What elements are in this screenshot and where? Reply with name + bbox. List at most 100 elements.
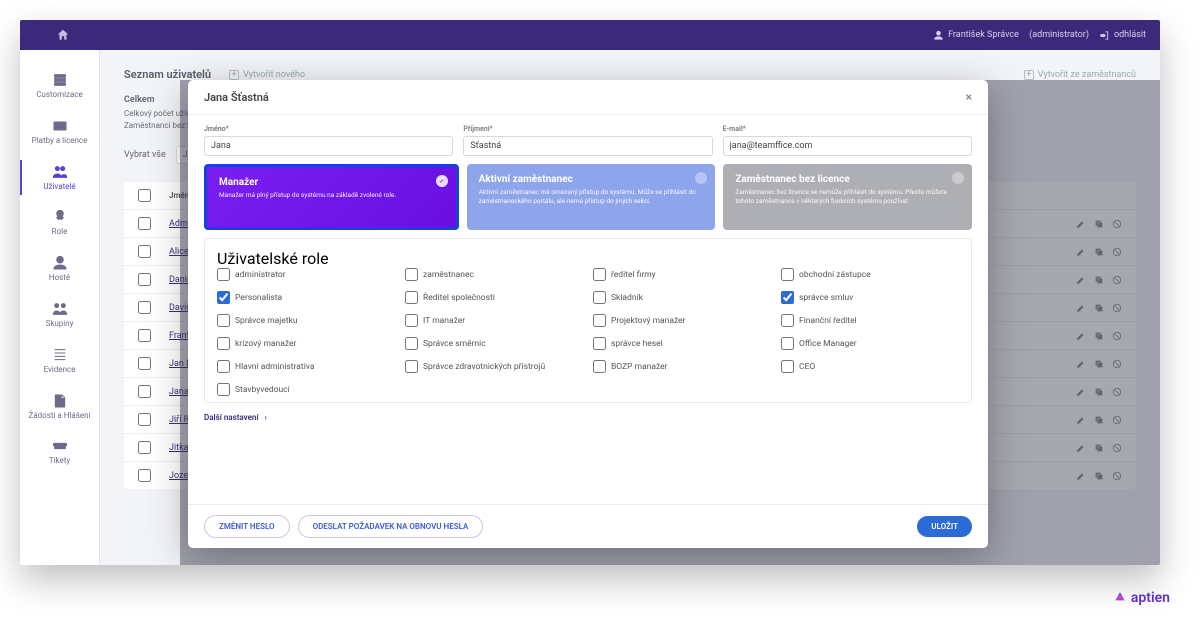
sidebar-item-tikety[interactable]: Tikety — [20, 434, 99, 470]
row-checkbox[interactable] — [138, 469, 151, 482]
select-all-label: Vybrat vše — [124, 150, 166, 160]
role-label: Správce směrnic — [423, 339, 486, 349]
close-icon[interactable]: × — [966, 90, 972, 104]
role-checkbox[interactable]: Správce směrnic — [405, 337, 583, 350]
platby-icon — [52, 118, 68, 134]
logout-link[interactable]: odhlásit — [1099, 30, 1146, 41]
role-checkbox[interactable]: Správce majetku — [217, 314, 395, 327]
sidebar-item-label: Uživatelé — [43, 183, 75, 192]
evidence-icon — [52, 347, 68, 363]
sidebar: Customizace Platby a licence Uživatelé Role… — [20, 50, 100, 565]
role-label: správce smluv — [799, 293, 853, 303]
sidebar-item-uzivatele[interactable]: Uživatelé — [20, 160, 99, 196]
role-checkbox[interactable]: administrator — [217, 268, 395, 281]
lname-input[interactable] — [463, 136, 712, 156]
role-label: obchodní zástupce — [799, 270, 871, 280]
sidebar-item-label: Evidence — [44, 366, 76, 375]
brand-logo: aptien — [1113, 590, 1170, 606]
role-label: Finanční ředitel — [799, 316, 857, 326]
create-user-button[interactable]: +Vytvořit nového — [229, 70, 305, 80]
send-reset-button[interactable]: ODESLAT POŽADAVEK NA OBNOVU HESLA — [298, 515, 484, 538]
lname-label: Příjmení* — [463, 125, 712, 133]
logout-icon — [1099, 30, 1110, 41]
role-checkbox[interactable]: Projektový manažer — [593, 314, 771, 327]
role-icon — [52, 209, 68, 225]
role-checkbox[interactable]: Personalista — [217, 291, 395, 304]
modal-title: Jana Šťastná — [204, 91, 269, 104]
sidebar-item-evidence[interactable]: Evidence — [20, 343, 99, 379]
row-checkbox[interactable] — [138, 329, 151, 342]
sidebar-item-label: Hosté — [49, 274, 70, 283]
row-checkbox[interactable] — [138, 245, 151, 258]
row-checkbox[interactable] — [138, 301, 151, 314]
role-checkbox[interactable]: správce hesel — [593, 337, 771, 350]
more-settings-link[interactable]: Další nastavení› — [204, 413, 972, 422]
role-checkbox[interactable]: BOZP manažer — [593, 360, 771, 373]
email-label: E-mail* — [723, 125, 972, 133]
row-checkbox[interactable] — [138, 385, 151, 398]
role-label: Stavbyvedoucí — [235, 385, 290, 395]
sidebar-item-customizace[interactable]: Customizace — [20, 68, 99, 104]
role-label: správce hesel — [611, 339, 663, 349]
home-icon[interactable] — [56, 28, 70, 42]
role-checkbox[interactable]: Stavbyvedoucí — [217, 383, 395, 396]
role-checkbox[interactable]: Finanční ředitel — [781, 314, 959, 327]
radio-icon — [695, 172, 707, 184]
role-label: krizový manažer — [235, 339, 296, 349]
role-checkbox[interactable]: Office Manager — [781, 337, 959, 350]
role-checkbox[interactable]: CEO — [781, 360, 959, 373]
role-label: BOZP manažer — [611, 362, 668, 372]
select-all-checkbox[interactable] — [138, 189, 151, 202]
user-link[interactable]: František Správce (administrator) — [933, 30, 1089, 41]
role-checkbox[interactable]: obchodní zástupce — [781, 268, 959, 281]
sidebar-item-role[interactable]: Role — [20, 205, 99, 241]
sidebar-item-hoste[interactable]: Hosté — [20, 251, 99, 287]
roles-legend: Uživatelské role — [217, 249, 329, 268]
fname-input[interactable] — [204, 136, 453, 156]
role-checkbox[interactable]: zaměstnanec — [405, 268, 583, 281]
uzivatele-icon — [52, 164, 68, 180]
customizace-icon — [52, 72, 68, 88]
role-label: CEO — [799, 362, 815, 372]
sidebar-item-zadosti[interactable]: Žádosti a Hlášení — [20, 389, 99, 425]
role-label: administrator — [235, 270, 286, 280]
sidebar-item-label: Customizace — [36, 91, 83, 100]
role-label: zaměstnanec — [423, 270, 474, 280]
access-card-employee[interactable]: Aktivní zaměstnanecAktivní zaměstnanec m… — [467, 164, 716, 230]
sidebar-item-label: Platby a licence — [32, 137, 88, 146]
role-label: Office Manager — [799, 339, 857, 349]
sidebar-item-label: Role — [52, 228, 68, 237]
role-label: Skladník — [611, 293, 643, 303]
row-checkbox[interactable] — [138, 357, 151, 370]
role-checkbox[interactable]: správce smluv — [781, 291, 959, 304]
role-checkbox[interactable]: Hlavní administrativa — [217, 360, 395, 373]
role-label: Správce majetku — [235, 316, 298, 326]
role-checkbox[interactable]: Správce zdravotnických přístrojů — [405, 360, 583, 373]
role-checkbox[interactable]: ředitel firmy — [593, 268, 771, 281]
change-password-button[interactable]: ZMĚNIT HESLO — [204, 515, 290, 538]
access-card-nolicense[interactable]: Zaměstnanec bez licenceZaměstnanec bez l… — [723, 164, 972, 230]
role-label: Hlavní administrativa — [235, 362, 314, 372]
tikety-icon — [52, 438, 68, 454]
role-checkbox[interactable]: Skladník — [593, 291, 771, 304]
radio-icon — [952, 172, 964, 184]
row-checkbox[interactable] — [138, 441, 151, 454]
role-checkbox[interactable]: Ředitel společnosti — [405, 291, 583, 304]
role-checkbox[interactable]: krizový manažer — [217, 337, 395, 350]
roles-grid: administrator zaměstnanec ředitel firmy obc… — [217, 268, 959, 396]
user-icon — [933, 30, 944, 41]
save-button[interactable]: ULOŽIT — [917, 516, 972, 537]
logo-icon — [1113, 591, 1127, 605]
row-checkbox[interactable] — [138, 273, 151, 286]
role-label: Správce zdravotnických přístrojů — [423, 362, 545, 372]
row-checkbox[interactable] — [138, 217, 151, 230]
role-checkbox[interactable]: IT manažer — [405, 314, 583, 327]
access-card-manager[interactable]: ManažerManažer má plný přístup do systém… — [204, 164, 459, 230]
role-label: Projektový manažer — [611, 316, 686, 326]
row-checkbox[interactable] — [138, 413, 151, 426]
sidebar-item-platby[interactable]: Platby a licence — [20, 114, 99, 150]
email-input[interactable] — [723, 136, 972, 156]
fname-label: Jméno* — [204, 125, 453, 133]
create-from-employee-button[interactable]: +Vytvořit ze zaměstnanců — [1024, 70, 1136, 80]
sidebar-item-skupiny[interactable]: Skupiny — [20, 297, 99, 333]
